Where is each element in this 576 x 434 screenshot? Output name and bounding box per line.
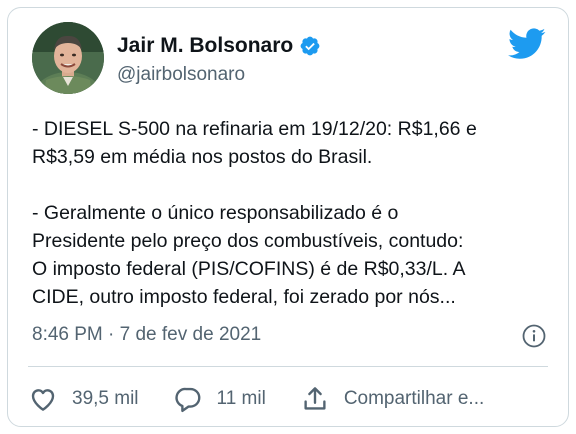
twitter-bird-icon[interactable]	[508, 28, 546, 60]
author-name-row[interactable]: Jair M. Bolsonaro	[117, 32, 321, 60]
like-button[interactable]: 39,5 mil	[28, 384, 139, 414]
tweet-paragraph: - DIESEL S-500 na refinaria em 19/12/20:…	[32, 118, 477, 168]
tweet-actions: 39,5 mil 11 mil Compartilhar e...	[28, 382, 484, 416]
info-icon[interactable]	[522, 324, 546, 348]
author-display-name[interactable]: Jair M. Bolsonaro	[117, 34, 293, 58]
share-icon	[304, 387, 326, 410]
author-handle[interactable]: @jairbolsonaro	[117, 64, 245, 86]
reply-button[interactable]: 11 mil	[173, 384, 266, 414]
share-label: Compartilhar e...	[343, 388, 485, 409]
tweet-text: - DIESEL S-500 na refinaria em 19/12/20:…	[32, 115, 562, 311]
tweet-card[interactable]: Jair M. Bolsonaro @jairbolsonaro - DIESE…	[7, 7, 569, 427]
tweet-paragraph: - Geralmente o único responsabilizado é …	[32, 202, 466, 308]
tweet-timestamp[interactable]: 8:46 PM · 7 de fev de 2021	[32, 324, 261, 346]
reply-bubble-icon	[174, 387, 200, 413]
share-button[interactable]: Compartilhar e...	[300, 384, 484, 414]
reply-count: 11 mil	[216, 388, 266, 409]
like-count: 39,5 mil	[72, 388, 139, 409]
heart-icon	[31, 389, 55, 411]
verified-badge-icon	[300, 36, 320, 56]
divider	[28, 366, 548, 367]
avatar[interactable]	[32, 22, 104, 94]
